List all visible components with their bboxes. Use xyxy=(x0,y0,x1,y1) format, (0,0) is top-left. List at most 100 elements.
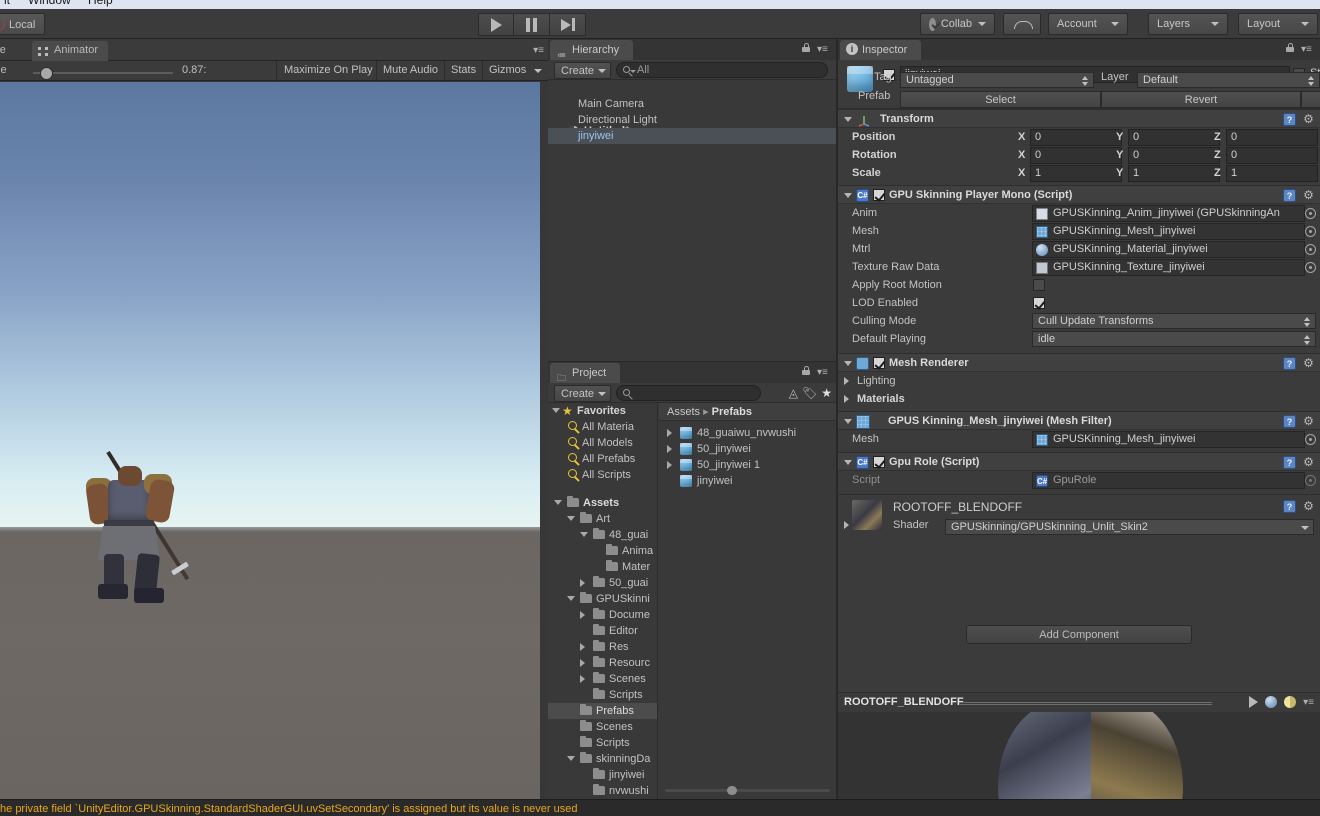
chevron-right-icon[interactable] xyxy=(844,395,849,403)
chevron-down-icon[interactable] xyxy=(844,419,852,424)
transform-rotation-x-input[interactable]: 0 xyxy=(1030,147,1122,164)
gear-icon[interactable]: ⚙ xyxy=(1302,415,1315,428)
panel-menu-icon[interactable]: ▾≡ xyxy=(817,44,831,55)
chevron-right-icon[interactable] xyxy=(580,579,585,587)
chevron-right-icon[interactable] xyxy=(580,643,585,651)
project-folder-row[interactable]: Scripts xyxy=(548,687,657,703)
hierarchy-search-input[interactable]: All xyxy=(616,62,828,78)
shader-dropdown[interactable]: GPUSkinning/GPUSkinning_Unlit_Skin2 xyxy=(945,519,1314,535)
material-preview-viewport[interactable]: https://blog.csdn.net/liweizhao xyxy=(838,712,1320,799)
favorite-all-prefabs[interactable]: All Prefabs xyxy=(548,451,657,467)
tab-inspector[interactable]: i Inspector xyxy=(840,40,922,60)
mtrl-object-field[interactable]: GPUSKinning_Material_jinyiwei xyxy=(1032,241,1305,258)
add-component-button[interactable]: Add Component xyxy=(966,625,1192,644)
project-folder-row[interactable]: Resourc xyxy=(548,655,657,671)
create-button[interactable]: Create xyxy=(554,62,612,79)
help-icon[interactable]: ? xyxy=(1283,189,1296,202)
transform-component-header[interactable]: Transform ? ⚙ xyxy=(838,109,1320,128)
transform-scale-z-input[interactable]: 1 xyxy=(1226,165,1318,182)
chevron-down-icon[interactable] xyxy=(552,408,560,413)
gear-icon[interactable]: ⚙ xyxy=(1302,357,1315,370)
transform-rotation-z-input[interactable]: 0 xyxy=(1226,147,1318,164)
project-folder-row[interactable]: skinningDa xyxy=(548,751,657,767)
hierarchy-item-main-camera[interactable]: Main Camera xyxy=(548,96,836,112)
mesh-object-field[interactable]: GPUSKinning_Mesh_jinyiwei xyxy=(1032,431,1305,448)
preview-menu-icon[interactable]: ▾≡ xyxy=(1303,697,1314,708)
chevron-down-icon[interactable] xyxy=(554,500,562,505)
play-button[interactable] xyxy=(478,13,514,36)
transform-scale-y-input[interactable]: 1 xyxy=(1128,165,1220,182)
stats-button[interactable]: Stats xyxy=(451,64,476,76)
project-search-input[interactable] xyxy=(616,385,761,401)
object-picker-icon[interactable] xyxy=(1305,475,1316,486)
prefab-apply-button[interactable]: Apply xyxy=(1301,91,1320,108)
gear-icon[interactable]: ⚙ xyxy=(1302,189,1315,202)
chevron-down-icon[interactable] xyxy=(844,460,852,465)
project-folder-row[interactable]: Anima xyxy=(548,543,657,559)
chevron-right-icon[interactable] xyxy=(667,461,672,469)
mesh-object-field[interactable]: GPUSKinning_Mesh_jinyiwei xyxy=(1032,223,1305,240)
step-button[interactable] xyxy=(550,13,586,36)
default-playing-dropdown[interactable]: idle xyxy=(1032,331,1316,347)
chevron-right-icon[interactable] xyxy=(667,445,672,453)
chevron-right-icon[interactable] xyxy=(844,521,849,529)
menu-item-window[interactable]: Window xyxy=(28,0,71,7)
project-folder-row[interactable]: Editor xyxy=(548,623,657,639)
help-icon[interactable]: ? xyxy=(1283,415,1296,428)
mute-audio-button[interactable]: Mute Audio xyxy=(383,64,438,76)
breadcrumb-root[interactable]: Assets xyxy=(667,406,700,418)
project-tree-pane[interactable]: ★ Favorites All Materia All Models All P… xyxy=(548,403,658,799)
scrollbar-knob[interactable] xyxy=(727,786,737,795)
transform-position-z-input[interactable]: 0 xyxy=(1226,129,1318,146)
character-model-jinyiwei[interactable] xyxy=(60,450,220,608)
gpu-role-enabled-checkbox[interactable] xyxy=(873,456,885,468)
asset-list[interactable]: 48_guaiwu_nvwushi 50_jinyiwei 50_jinyiwei … xyxy=(659,425,836,489)
culling-mode-dropdown[interactable]: Cull Update Transforms xyxy=(1032,313,1316,329)
status-bar[interactable]: dardShaderGUI.cs(90,10): warning CS0414:… xyxy=(0,799,1320,816)
project-folder-row[interactable]: 48_guai xyxy=(548,527,657,543)
transform-scale-x-input[interactable]: 1 xyxy=(1030,165,1122,182)
layers-button[interactable]: Layers xyxy=(1148,13,1228,35)
help-icon[interactable]: ? xyxy=(1283,456,1296,469)
gpu-skinning-player-enabled-checkbox[interactable] xyxy=(873,189,885,201)
menu-item-edit[interactable]: it xyxy=(4,0,10,7)
object-picker-icon[interactable] xyxy=(1305,208,1316,219)
chevron-down-icon[interactable] xyxy=(567,516,575,521)
project-folder-row[interactable]: Prefabs xyxy=(548,703,657,719)
help-icon[interactable]: ? xyxy=(1283,500,1296,513)
mesh-renderer-enabled-checkbox[interactable] xyxy=(873,357,885,369)
project-folder-row[interactable]: GPUSkinni xyxy=(548,591,657,607)
lighting-foldout[interactable]: Lighting xyxy=(838,372,1320,390)
favorite-all-scripts[interactable]: All Scripts xyxy=(548,467,657,483)
assets-horizontal-scrollbar[interactable] xyxy=(665,786,830,795)
asset-row[interactable]: jinyiwei xyxy=(659,473,836,489)
project-folder-row[interactable]: Art xyxy=(548,511,657,527)
chevron-down-icon[interactable] xyxy=(567,756,575,761)
gpu-skinning-player-header[interactable]: C# GPU Skinning Player Mono (Script) ? ⚙ xyxy=(838,185,1320,204)
materials-foldout[interactable]: Materials xyxy=(838,390,1320,408)
lock-icon[interactable] xyxy=(802,43,810,52)
chevron-down-icon[interactable] xyxy=(580,532,588,537)
preview-shape-icon[interactable] xyxy=(1265,696,1278,708)
gpu-role-header[interactable]: C# Gpu Role (Script) ? ⚙ xyxy=(838,452,1320,471)
scale-slider-track[interactable] xyxy=(33,72,173,74)
chevron-down-icon[interactable] xyxy=(844,361,852,366)
chevron-right-icon[interactable] xyxy=(667,429,672,437)
hierarchy-item-directional-light[interactable]: Directional Light xyxy=(548,112,836,128)
project-folder-row[interactable]: Scenes xyxy=(548,719,657,735)
object-picker-icon[interactable] xyxy=(1305,244,1316,255)
transform-position-y-input[interactable]: 0 xyxy=(1128,129,1220,146)
label-filter-icon[interactable]: 🏷 xyxy=(802,386,817,400)
project-folder-row[interactable]: nvwushi xyxy=(548,783,657,799)
maximize-on-play-button[interactable]: Maximize On Play xyxy=(284,64,373,76)
lod-enabled-checkbox[interactable] xyxy=(1033,297,1045,309)
hierarchy-item-jinyiwei[interactable]: jinyiwei xyxy=(548,128,836,144)
layer-dropdown[interactable]: Default xyxy=(1137,72,1320,88)
preview-play-icon[interactable] xyxy=(1249,696,1259,708)
chevron-right-icon[interactable] xyxy=(580,611,585,619)
apply-root-motion-checkbox[interactable] xyxy=(1033,279,1045,291)
tab-animator[interactable]: Animator xyxy=(32,41,109,61)
object-picker-icon[interactable] xyxy=(1305,226,1316,237)
object-picker-icon[interactable] xyxy=(1305,434,1316,445)
panel-menu-icon[interactable]: ▾≡ xyxy=(533,45,544,56)
